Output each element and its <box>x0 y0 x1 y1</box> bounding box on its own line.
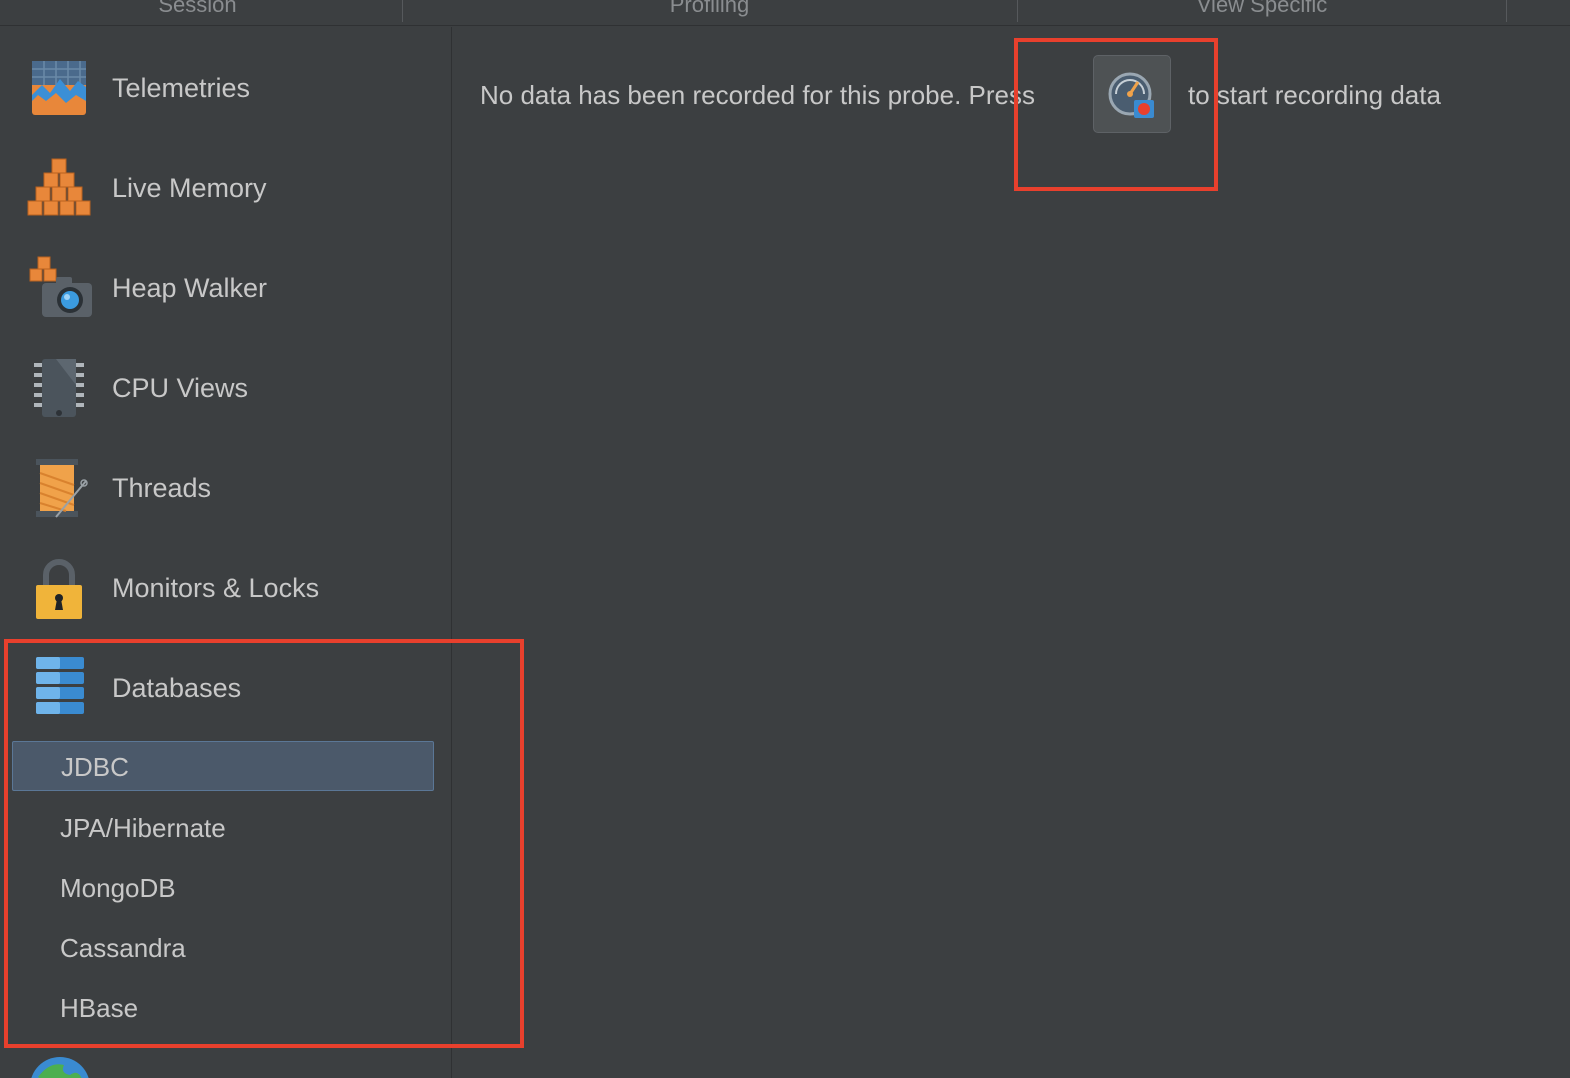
telemetries-chart-icon <box>26 55 92 121</box>
sidebar-item-label: Telemetries <box>112 73 251 103</box>
sidebar-item-telemetries[interactable]: Telemetries <box>0 43 450 133</box>
threads-spool-icon <box>26 455 92 521</box>
sidebar-item-label: Threads <box>112 473 212 503</box>
toolbar-group-profiling: Profiling <box>669 0 750 17</box>
sidebar-item-label: Live Memory <box>112 173 267 203</box>
sidebar-item-databases[interactable]: Databases <box>0 643 450 733</box>
start-recording-button[interactable] <box>1093 55 1171 133</box>
sidebar-subitem-label: MongoDB <box>60 873 176 903</box>
sidebar-item-heap-walker[interactable]: Heap Walker <box>0 243 450 333</box>
database-stack-icon <box>26 655 92 721</box>
sidebar-item-label: CPU Views <box>112 373 249 403</box>
view-selector-sidebar: Telemetries Live Memory Heap Walker CPU … <box>0 27 452 1078</box>
cpu-chip-icon <box>26 355 92 421</box>
start-recording-gauge-icon <box>1108 72 1154 118</box>
heap-walker-camera-icon <box>26 255 92 321</box>
globe-icon[interactable] <box>30 1055 96 1078</box>
sidebar-subitem-jdbc[interactable]: JDBC <box>12 741 434 791</box>
live-memory-cubes-icon <box>26 155 92 221</box>
sidebar-item-monitors-locks[interactable]: Monitors & Locks <box>0 543 450 633</box>
sidebar-subitem-label: Cassandra <box>60 933 186 963</box>
sidebar-subitem-jpa-hibernate[interactable]: JPA/Hibernate <box>12 803 434 853</box>
empty-state-message-suffix: to start recording data <box>1188 80 1441 110</box>
sidebar-item-label: Databases <box>112 673 242 703</box>
sidebar-subitem-cassandra[interactable]: Cassandra <box>12 923 434 973</box>
toolbar-group-view-specific: View Specific <box>1196 0 1328 17</box>
sidebar-subitem-label: JDBC <box>61 752 129 782</box>
toolbar-group-separator <box>1506 0 1507 22</box>
sidebar-item-label: Heap Walker <box>112 273 268 303</box>
empty-state-message-prefix: No data has been recorded for this probe… <box>480 80 1035 110</box>
sidebar-subitem-label: JPA/Hibernate <box>60 813 226 843</box>
sidebar-item-threads[interactable]: Threads <box>0 443 450 533</box>
sidebar-subitem-mongodb[interactable]: MongoDB <box>12 863 434 913</box>
toolbar-group-bar: Session Profiling View Specific <box>0 0 1570 26</box>
sidebar-item-label: Monitors & Locks <box>112 573 320 603</box>
sidebar-item-live-memory[interactable]: Live Memory <box>0 143 450 233</box>
padlock-icon <box>26 555 92 621</box>
sidebar-item-cpu-views[interactable]: CPU Views <box>0 343 450 433</box>
sidebar-subitem-hbase[interactable]: HBase <box>12 983 434 1033</box>
sidebar-subitem-label: HBase <box>60 993 139 1023</box>
main-content-panel: No data has been recorded for this probe… <box>452 27 1570 1078</box>
toolbar-group-session: Session <box>158 0 237 17</box>
